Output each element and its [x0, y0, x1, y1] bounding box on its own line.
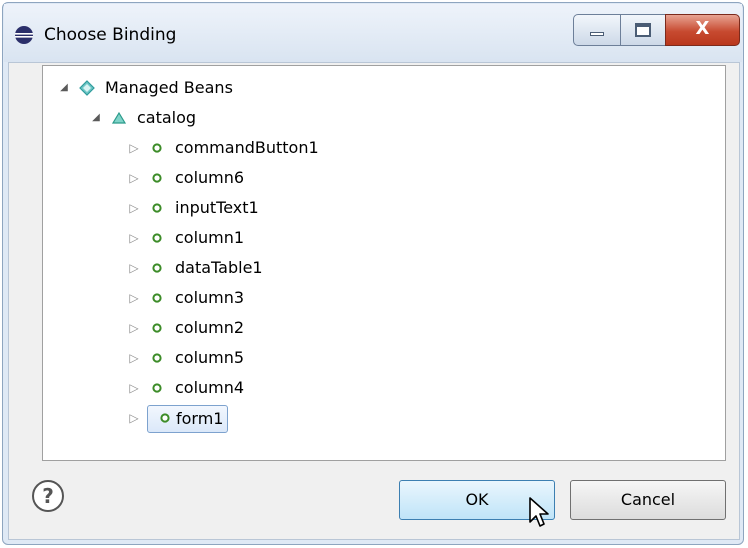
property-icon: [149, 314, 165, 342]
binding-tree[interactable]: ◢ Managed Beans ◢ catalog ▷ commandButto…: [42, 65, 726, 461]
maximize-button[interactable]: [620, 14, 666, 46]
tree-row-managed-beans[interactable]: ◢ Managed Beans: [57, 74, 657, 102]
collapsed-arrow-icon[interactable]: ▷: [127, 164, 141, 192]
tree-row-property[interactable]: ▷ inputText1: [127, 194, 647, 222]
property-icon: [149, 194, 165, 222]
close-icon: X: [695, 18, 710, 39]
property-icon: [149, 344, 165, 372]
property-icon: [149, 164, 165, 192]
property-icon: [149, 284, 165, 312]
tree-node-label: inputText1: [175, 198, 259, 217]
expanded-arrow-icon[interactable]: ◢: [89, 104, 103, 132]
tree-node-label: column3: [175, 288, 245, 307]
tree-node-label: column6: [175, 168, 245, 187]
choose-binding-dialog: Choose Binding X ◢ Managed Beans ◢ catal…: [0, 0, 748, 548]
maximize-icon: [635, 23, 651, 37]
tree-node-label: catalog: [137, 108, 197, 127]
tree-row-property[interactable]: ▷ column5: [127, 344, 647, 372]
property-icon: [149, 224, 165, 252]
tree-row-property[interactable]: ▷ column1: [127, 224, 647, 252]
tree-row-property[interactable]: ▷ commandButton1: [127, 134, 647, 162]
expanded-arrow-icon[interactable]: ◢: [57, 74, 71, 102]
property-icon: [149, 374, 165, 402]
bean-triangle-icon: [111, 104, 127, 132]
tree-row-property[interactable]: ▷ column6: [127, 164, 647, 192]
tree-node-label: dataTable1: [175, 258, 263, 277]
minimize-icon: [590, 32, 604, 36]
tree-row-catalog[interactable]: ◢ catalog: [89, 104, 649, 132]
cancel-button[interactable]: Cancel: [570, 480, 726, 520]
tree-node-label: Managed Beans: [105, 78, 233, 97]
collapsed-arrow-icon[interactable]: ▷: [127, 314, 141, 342]
tree-node-label: commandButton1: [175, 138, 319, 157]
tree-row-property[interactable]: ▷ column4: [127, 374, 647, 402]
tree-node-label: column4: [175, 378, 245, 397]
close-button[interactable]: X: [665, 14, 740, 46]
tree-row-property[interactable]: ▷ column2: [127, 314, 647, 342]
tree-row-property[interactable]: ▷ dataTable1: [127, 254, 647, 282]
mouse-pointer-icon: [528, 496, 550, 532]
property-icon: [157, 404, 173, 432]
collapsed-arrow-icon[interactable]: ▷: [127, 134, 141, 162]
title-bar[interactable]: Choose Binding X: [4, 4, 742, 62]
collapsed-arrow-icon[interactable]: ▷: [127, 254, 141, 282]
help-icon[interactable]: ?: [32, 480, 64, 512]
collapsed-arrow-icon[interactable]: ▷: [127, 284, 141, 312]
tree-row-property[interactable]: ▷ column3: [127, 284, 647, 312]
tree-node-label: column2: [175, 318, 245, 337]
collapsed-arrow-icon[interactable]: ▷: [127, 374, 141, 402]
tree-node-label: column5: [175, 348, 245, 367]
collapsed-arrow-icon[interactable]: ▷: [127, 224, 141, 252]
tree-node-label: column1: [175, 228, 245, 247]
collapsed-arrow-icon[interactable]: ▷: [127, 344, 141, 372]
property-icon: [149, 254, 165, 282]
eclipse-app-icon: [14, 25, 34, 45]
collapsed-arrow-icon[interactable]: ▷: [127, 194, 141, 222]
tree-row-property-selected[interactable]: ▷ form1: [127, 404, 647, 433]
window-title: Choose Binding: [44, 25, 177, 45]
minimize-button[interactable]: [573, 14, 621, 46]
managed-beans-diamond-icon: [79, 74, 95, 102]
collapsed-arrow-icon[interactable]: ▷: [127, 404, 141, 432]
property-icon: [149, 134, 165, 162]
